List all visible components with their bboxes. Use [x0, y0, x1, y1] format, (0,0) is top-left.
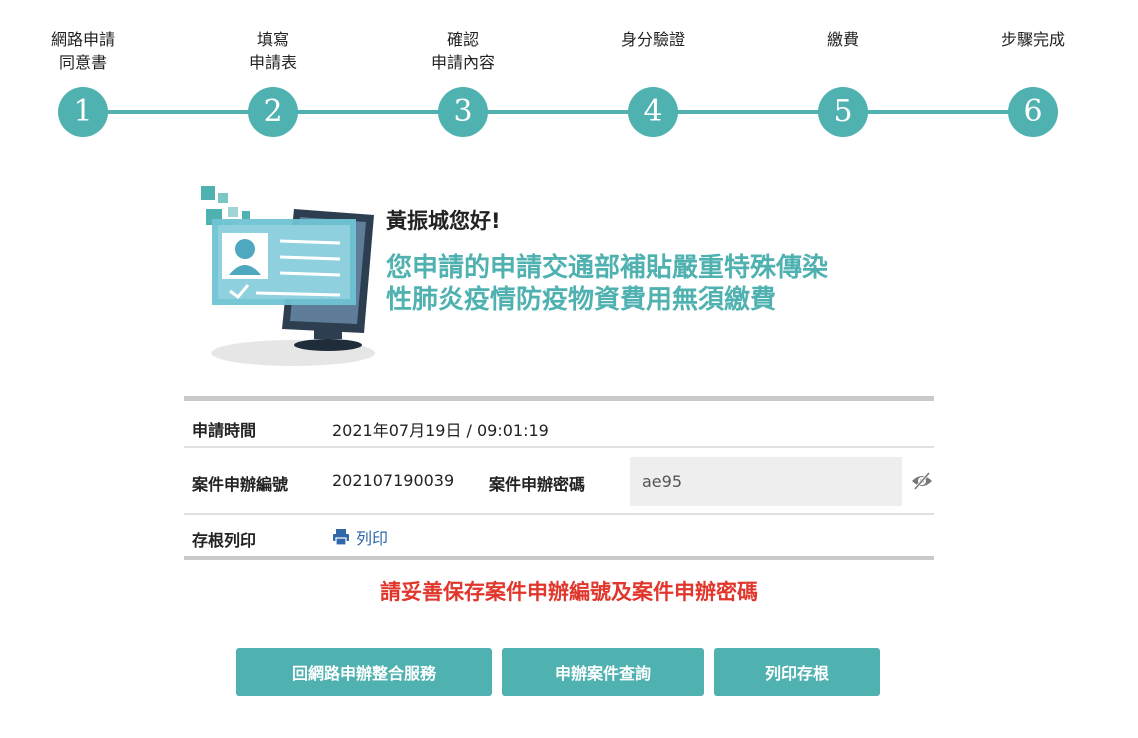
step-3: 確認 申請內容 3: [393, 28, 533, 137]
eye-slash-icon[interactable]: [910, 470, 934, 492]
step-label: 步驟完成: [1000, 30, 1065, 49]
step-label: 填寫 申請表: [248, 30, 297, 72]
step-6: 步驟完成 6: [963, 28, 1103, 137]
step-number-circle: 4: [628, 87, 678, 137]
monitor-id-card-illustration: [201, 186, 375, 366]
step-2: 填寫 申請表 2: [203, 28, 343, 137]
info-row-case: 案件申辦編號 202107190039 案件申辦密碼: [184, 448, 934, 515]
time-value: 2021年07月19日 / 09:01:19: [332, 421, 549, 440]
back-to-portal-button[interactable]: 回網路申辦整合服務: [236, 648, 492, 696]
case-password-field[interactable]: [630, 457, 902, 506]
print-receipt-button[interactable]: 列印存根: [714, 648, 880, 696]
application-info-table: 申請時間 2021年07月19日 / 09:01:19 案件申辦編號 20210…: [184, 396, 934, 560]
case-query-button[interactable]: 申辦案件查詢: [502, 648, 704, 696]
step-1: 網路申請 同意書 1: [13, 28, 153, 137]
printer-icon: [333, 529, 349, 546]
time-label: 申請時間: [192, 421, 257, 440]
case-password-label: 案件申辦密碼: [489, 475, 586, 494]
print-link-text: 列印: [356, 529, 389, 548]
print-label: 存根列印: [192, 531, 257, 550]
step-label: 確認 申請內容: [430, 30, 495, 72]
step-label: 網路申請 同意書: [50, 30, 115, 72]
info-row-print: 存根列印 列印: [184, 515, 934, 556]
info-row-time: 申請時間 2021年07月19日 / 09:01:19: [184, 401, 934, 448]
print-link[interactable]: 列印: [332, 525, 388, 549]
case-number-value: 202107190039: [332, 471, 455, 490]
save-credentials-warning: 請妥善保存案件申辦編號及案件申辦密碼: [380, 580, 758, 604]
progress-stepper: 網路申請 同意書 1 填寫 申請表 2 確認 申請內容 3 身分驗證 4 繳費 …: [0, 0, 1138, 150]
step-label: 繳費: [826, 30, 859, 49]
step-4: 身分驗證 4: [583, 28, 723, 137]
step-number-circle: 3: [438, 87, 488, 137]
stepper-line: [83, 110, 1033, 114]
case-number-label: 案件申辦編號: [192, 475, 289, 494]
step-number-circle: 6: [1008, 87, 1058, 137]
step-label: 身分驗證: [620, 30, 685, 49]
step-number-circle: 2: [248, 87, 298, 137]
step-number-circle: 5: [818, 87, 868, 137]
result-headline: 您申請的申請交通部補貼嚴重特殊傳染 性肺炎疫情防疫物資費用無須繳費: [386, 253, 829, 315]
step-number-circle: 1: [58, 87, 108, 137]
step-5: 繳費 5: [773, 28, 913, 137]
user-greeting: 黃振城您好!: [386, 209, 501, 233]
